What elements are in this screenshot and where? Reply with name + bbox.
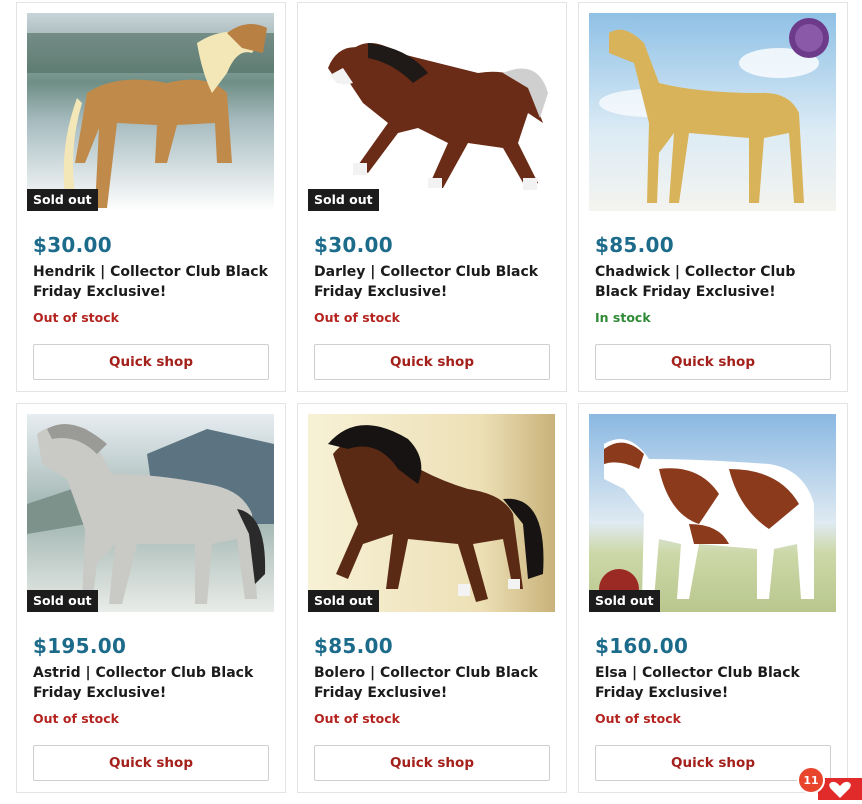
product-title[interactable]: Astrid | Collector Club Black Friday Exc…: [33, 663, 275, 703]
product-image[interactable]: [589, 13, 836, 211]
wishlist-count-badge[interactable]: 11: [797, 766, 825, 794]
stock-status: Out of stock: [595, 711, 681, 726]
sold-out-badge: Sold out: [589, 590, 660, 612]
quick-shop-button[interactable]: Quick shop: [595, 745, 831, 781]
product-card[interactable]: Sold out $30.00 Hendrik | Collector Club…: [16, 2, 286, 392]
product-card[interactable]: Sold out $30.00 Darley | Collector Club …: [297, 2, 567, 392]
product-image[interactable]: Sold out: [308, 13, 555, 211]
product-title[interactable]: Hendrik | Collector Club Black Friday Ex…: [33, 262, 275, 302]
product-price: $195.00: [33, 634, 127, 658]
product-card[interactable]: Sold out $160.00 Elsa | Collector Club B…: [578, 403, 848, 793]
product-card[interactable]: $85.00 Chadwick | Collector Club Black F…: [578, 2, 848, 392]
product-title[interactable]: Bolero | Collector Club Black Friday Exc…: [314, 663, 556, 703]
horse-image: [27, 13, 274, 211]
horse-image: [308, 13, 555, 211]
product-card[interactable]: Sold out $85.00 Bolero | Collector Club …: [297, 403, 567, 793]
horse-image: [589, 13, 836, 211]
product-price: $160.00: [595, 634, 689, 658]
quick-shop-button[interactable]: Quick shop: [314, 344, 550, 380]
stock-status: Out of stock: [33, 310, 119, 325]
sold-out-badge: Sold out: [27, 590, 98, 612]
quick-shop-button[interactable]: Quick shop: [595, 344, 831, 380]
stock-status: Out of stock: [314, 310, 400, 325]
sold-out-badge: Sold out: [27, 189, 98, 211]
product-title[interactable]: Darley | Collector Club Black Friday Exc…: [314, 262, 556, 302]
product-image[interactable]: Sold out: [308, 414, 555, 612]
sold-out-badge: Sold out: [308, 590, 379, 612]
product-title[interactable]: Chadwick | Collector Club Black Friday E…: [595, 262, 837, 302]
horse-image: [27, 414, 274, 612]
product-image[interactable]: Sold out: [27, 414, 274, 612]
product-image[interactable]: Sold out: [27, 13, 274, 211]
product-title[interactable]: Elsa | Collector Club Black Friday Exclu…: [595, 663, 837, 703]
cow-image: [589, 414, 836, 612]
stock-status: In stock: [595, 310, 651, 325]
horse-image: [308, 414, 555, 612]
stock-status: Out of stock: [314, 711, 400, 726]
product-price: $85.00: [314, 634, 393, 658]
product-price: $85.00: [595, 233, 674, 257]
product-price: $30.00: [33, 233, 112, 257]
quick-shop-button[interactable]: Quick shop: [33, 745, 269, 781]
quick-shop-button[interactable]: Quick shop: [33, 344, 269, 380]
sold-out-badge: Sold out: [308, 189, 379, 211]
stock-status: Out of stock: [33, 711, 119, 726]
quick-shop-button[interactable]: Quick shop: [314, 745, 550, 781]
product-card[interactable]: Sold out $195.00 Astrid | Collector Club…: [16, 403, 286, 793]
product-price: $30.00: [314, 233, 393, 257]
product-grid: Sold out $30.00 Hendrik | Collector Club…: [16, 2, 848, 793]
product-image[interactable]: Sold out: [589, 414, 836, 612]
